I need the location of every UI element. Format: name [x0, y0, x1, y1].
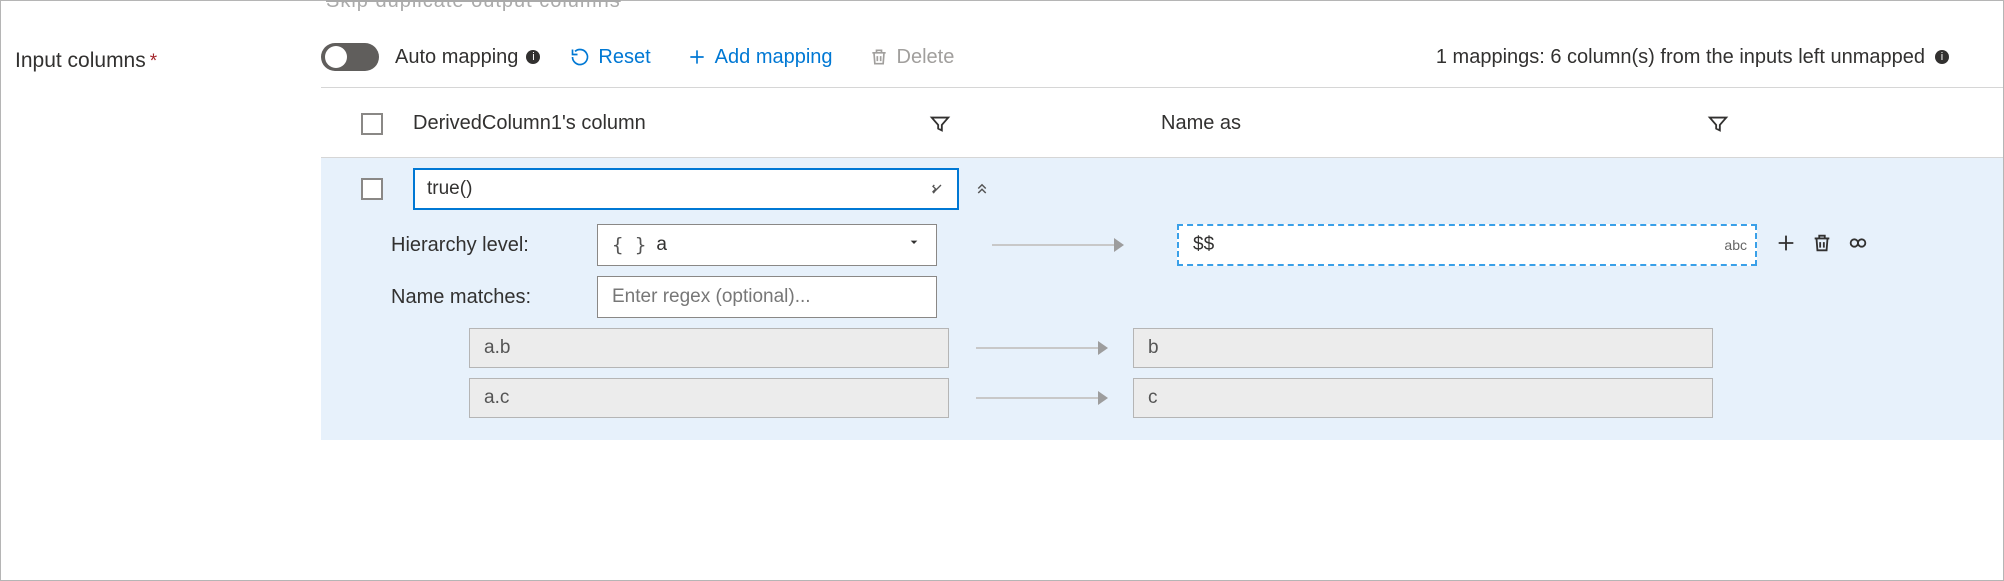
trash-icon [869, 47, 889, 67]
expression-builder-icon[interactable] [929, 181, 945, 197]
string-type-icon: abc [1724, 237, 1747, 253]
mapping-arrow-icon [992, 244, 1122, 246]
info-icon[interactable]: i [1935, 50, 1949, 64]
mapping-arrow-icon [976, 397, 1106, 399]
delete-button: Delete [869, 46, 955, 69]
mapping-arrow-icon [976, 347, 1106, 349]
mapping-status: 1 mappings: 6 column(s) from the inputs … [1436, 46, 1925, 69]
plus-icon [687, 47, 707, 67]
hierarchy-level-label: Hierarchy level: [391, 234, 597, 257]
preview-target-cell: c [1133, 378, 1713, 418]
collapse-icon[interactable] [973, 178, 991, 201]
preview-target-cell: b [1133, 328, 1713, 368]
source-column-header: DerivedColumn1's column [413, 112, 929, 135]
delete-row-button[interactable] [1811, 232, 1833, 259]
section-label: Input columns* [1, 1, 321, 73]
rule-row: true() Hierarchy level: { } a [321, 158, 2003, 440]
name-matches-input[interactable]: Enter regex (optional)... [597, 276, 937, 318]
info-icon[interactable]: i [526, 50, 540, 64]
auto-mapping-label: Auto mapping [395, 46, 518, 69]
target-column-header: Name as [1161, 112, 1707, 135]
add-mapping-button[interactable]: Add mapping [687, 46, 833, 69]
add-button[interactable] [1775, 232, 1797, 259]
rule-expression-input[interactable]: true() [413, 168, 959, 210]
name-matches-label: Name matches: [391, 286, 597, 309]
auto-mapping-toggle[interactable] [321, 43, 379, 71]
row-checkbox[interactable] [361, 178, 383, 200]
hierarchy-level-select[interactable]: { } a [597, 224, 937, 266]
column-headers: DerivedColumn1's column Name as [321, 88, 2003, 158]
filter-icon[interactable] [929, 113, 951, 135]
select-all-checkbox[interactable] [361, 113, 383, 135]
reset-button[interactable]: Reset [570, 46, 650, 69]
braces-icon: { } [612, 234, 646, 256]
chevron-down-icon [906, 234, 922, 256]
toolbar: Auto mapping i Reset Add mapping Delete … [321, 1, 2003, 88]
preview-source-cell: a.b [469, 328, 949, 368]
filter-icon[interactable] [1707, 113, 1729, 135]
link-icon[interactable] [1847, 232, 1869, 259]
reset-icon [570, 47, 590, 67]
required-star: * [150, 51, 157, 72]
clipped-option-text: Skip duplicate output columns [326, 0, 621, 13]
target-pattern-input[interactable]: $$ abc [1177, 224, 1757, 266]
preview-source-cell: a.c [469, 378, 949, 418]
